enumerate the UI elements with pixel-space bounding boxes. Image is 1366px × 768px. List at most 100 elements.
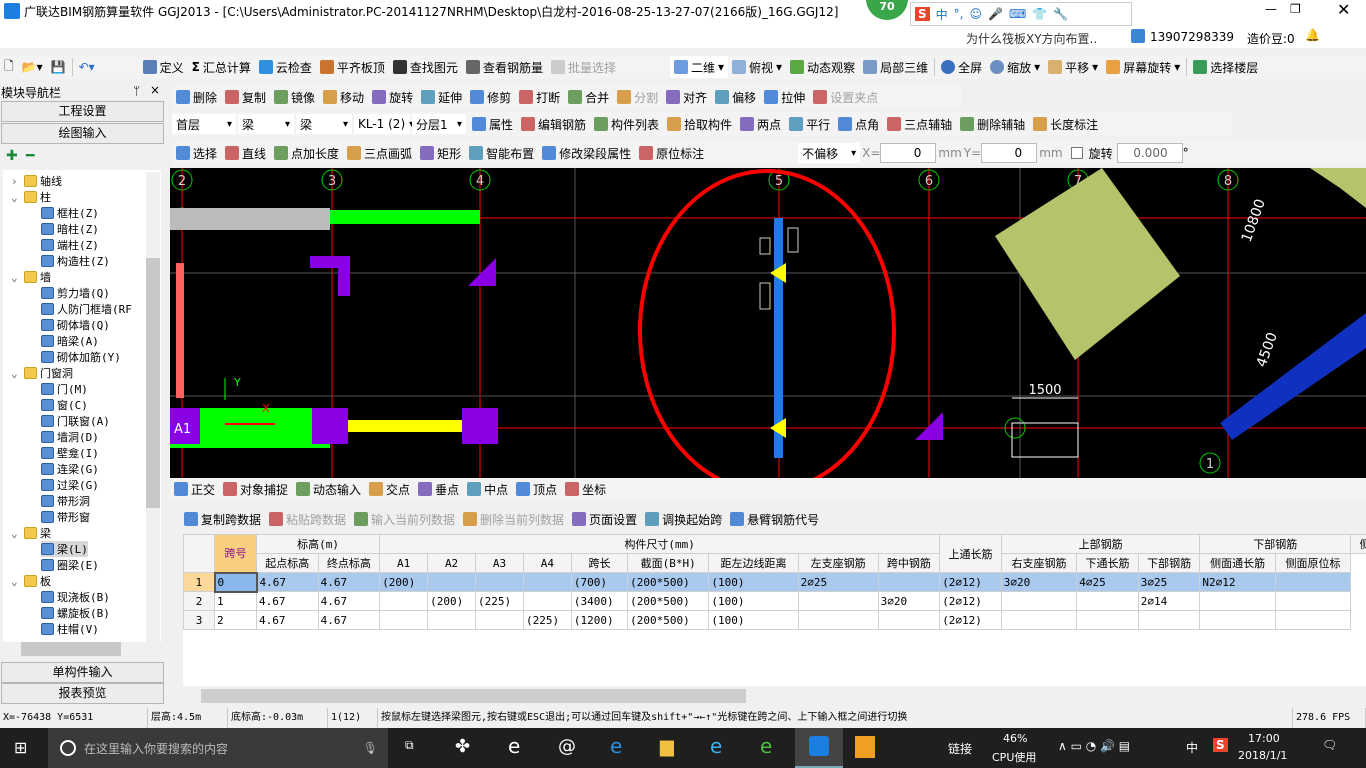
table-cell[interactable] [1274,572,1352,592]
tree-item[interactable]: ⌄ 柱 [11,189,51,205]
snap-button-4[interactable]: 垂点 [414,478,463,500]
2d-button[interactable]: 二维 ▾ [669,56,729,78]
table-tool-button-1[interactable]: 粘贴跨数据 [265,508,350,530]
edit-button-11[interactable]: 偏移 [711,86,760,108]
table-cell[interactable] [1199,591,1276,611]
table-cell[interactable]: 4.67 [317,610,381,630]
table-cell[interactable]: (225) [522,610,572,630]
report-preview-button[interactable]: 报表预览 [1,683,164,704]
table-tool-button-2[interactable]: 输入当前列数据 [350,508,459,530]
table-cell[interactable] [427,572,477,592]
scroll-thumb[interactable] [201,689,746,703]
draw-button-3[interactable]: 三点画弧 [343,142,416,164]
snap-button-3[interactable]: 交点 [365,478,414,500]
table-cell[interactable]: (100) [708,572,799,592]
chevron-down-icon[interactable]: ⌄ [11,271,21,284]
skin-icon[interactable]: 👕 [1032,7,1047,21]
floor-select[interactable]: 首层 [172,114,236,134]
member-button-7[interactable]: 三点辅轴 [883,113,956,135]
align-slab-top-button[interactable]: 平齐板顶 [316,56,389,78]
local-3d-button[interactable]: 局部三维 [859,56,932,78]
snap-button-1[interactable]: 对象捕捉 [219,478,292,500]
tools-icon[interactable]: 🔧 [1053,7,1068,21]
tree-item[interactable]: 暗梁(A) [41,333,99,349]
save-icon[interactable]: 💾 [47,56,70,78]
table-tool-button-0[interactable]: 复制跨数据 [180,508,265,530]
table-cell[interactable] [522,591,572,611]
tree-item[interactable]: 圈梁(E) [41,557,99,573]
table-cell[interactable] [877,572,941,592]
table-cell[interactable]: (100) [708,610,799,630]
cloud-check-button[interactable]: 云检查 [255,56,316,78]
snap-button-6[interactable]: 顶点 [512,478,561,500]
open-file-icon[interactable]: 📂▾ [18,56,47,78]
tree-item[interactable]: 砌体加筋(Y) [41,349,121,365]
table-cell[interactable]: (200*500) [627,610,710,630]
table-tool-button-3[interactable]: 删除当前列数据 [459,508,568,530]
table-cell[interactable]: 2⌀25 [797,572,879,592]
tree-item[interactable]: ⌄ 板 [11,573,51,589]
browser-360-icon[interactable]: e [760,734,772,758]
define-button[interactable]: 定义 [139,56,188,78]
edit-button-3[interactable]: 移动 [319,86,368,108]
windows-start-icon[interactable]: ⊞ [14,738,27,757]
tree-item[interactable]: 门(M) [41,381,88,397]
table-cell[interactable]: (2⌀12) [939,610,1002,630]
bell-icon[interactable]: 🔔 [1305,28,1320,42]
table-cell[interactable]: (3400) [570,591,629,611]
tree-item[interactable]: ⌄ 梁 [11,525,51,541]
close-button[interactable]: ✕ [1337,0,1350,19]
table-cell[interactable] [1199,610,1276,630]
member-button-2[interactable]: 构件列表 [590,113,663,135]
fullscreen-button[interactable]: 全屏 [937,56,986,78]
table-cell[interactable]: (200*500) [627,572,710,592]
mic-icon[interactable]: 🎤 [988,7,1003,21]
table-tool-button-5[interactable]: 调换起始跨 [641,508,726,530]
tree-item[interactable]: 砌体墙(Q) [41,317,110,333]
expand-all-icon[interactable]: ✚ [6,148,18,164]
table-cell[interactable] [1000,610,1078,630]
tree-item[interactable]: 构造柱(Z) [41,253,110,269]
pan-button[interactable]: 平移 ▾ [1044,56,1102,78]
select-floor-button[interactable]: 选择楼层 [1189,56,1262,78]
chevron-down-icon[interactable]: ⌄ [11,367,21,380]
table-cell[interactable]: (2⌀12) [939,591,1002,611]
tree-item[interactable]: ⌄ 门窗洞 [11,365,73,381]
table-cell[interactable] [877,610,941,630]
table-cell[interactable]: 4.67 [256,572,319,592]
restore-button[interactable]: ❐ [1290,2,1301,16]
table-cell[interactable] [1274,610,1352,630]
table-cell[interactable] [1076,591,1139,611]
ie-browser-icon[interactable]: e [710,734,722,758]
table-cell[interactable] [797,591,879,611]
edit-button-4[interactable]: 旋转 [368,86,417,108]
tree-item[interactable]: 过梁(G) [41,477,99,493]
table-cell[interactable]: 4⌀25 [1076,572,1139,592]
draw-button-6[interactable]: 修改梁段属性 [538,142,635,164]
batch-select-button[interactable]: 批量选择 [547,56,620,78]
top-view-button[interactable]: 俯视 ▾ [728,56,786,78]
table-cell[interactable] [1274,591,1352,611]
question-link[interactable]: 为什么筏板XY方向布置.. [966,30,1097,47]
sogou-tray-icon[interactable]: S [1213,738,1228,752]
snap-button-0[interactable]: 正交 [170,478,219,500]
draw-button-1[interactable]: 直线 [221,142,270,164]
tree-hscrollbar[interactable] [3,642,161,656]
table-row[interactable]: 1 0 4.67 4.67 (200) (700) (200*500) (100) 2⌀25 (2… [183,571,1366,593]
user-account[interactable]: 13907298339 [1150,30,1234,44]
tree-item[interactable]: 螺旋板(B) [41,605,110,621]
member-button-6[interactable]: 点角 [834,113,883,135]
edit-button-5[interactable]: 延伸 [417,86,466,108]
ime-mode[interactable]: 中 [936,6,948,23]
table-tool-button-4[interactable]: 页面设置 [568,508,641,530]
close-nav-icon[interactable]: × [150,83,160,97]
zoom-button[interactable]: 缩放 ▾ [986,56,1044,78]
snap-button-5[interactable]: 中点 [463,478,512,500]
screen-rotate-button[interactable]: 屏幕旋转 ▾ [1102,56,1184,78]
tree-item[interactable]: 现浇板(B) [41,589,110,605]
tree-item[interactable]: 连梁(G) [41,461,99,477]
notifications-icon[interactable]: 🗨 [1322,738,1337,752]
table-cell[interactable]: 1 [214,591,257,611]
tray-icons[interactable]: ∧ ▭ ◔ 🔊 ▤ [1058,739,1130,753]
member-button-4[interactable]: 两点 [736,113,785,135]
